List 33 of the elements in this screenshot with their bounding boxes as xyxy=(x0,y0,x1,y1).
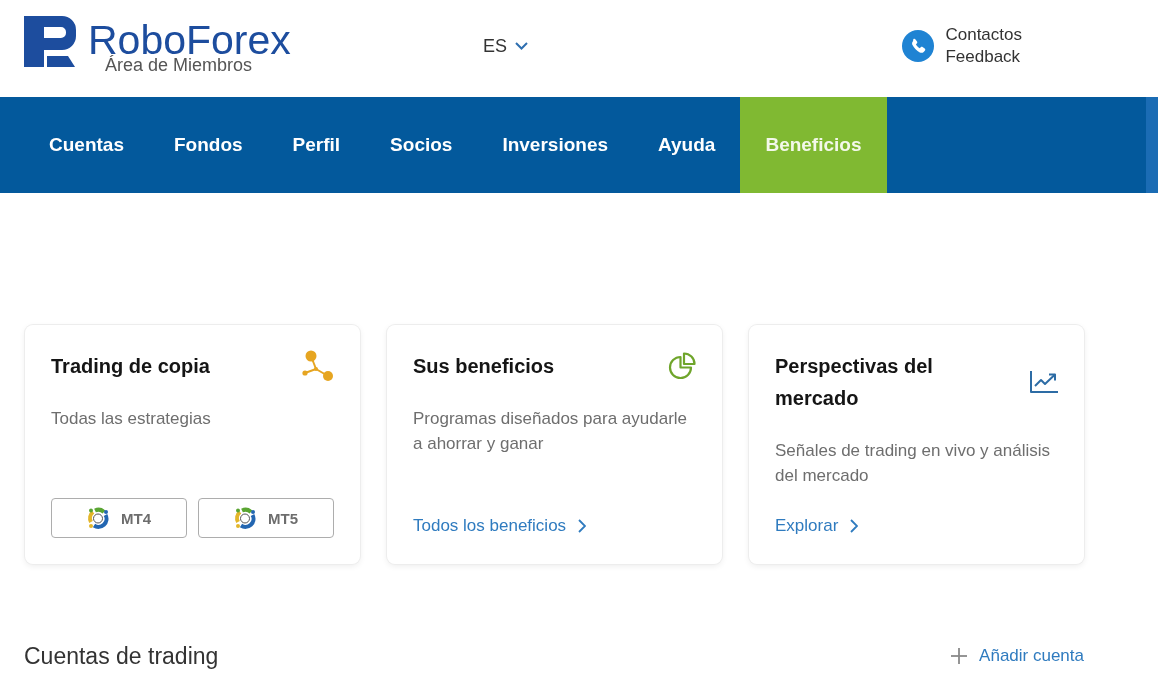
contact-link[interactable]: Contactos xyxy=(945,24,1022,46)
platform-button[interactable]: MT4 xyxy=(51,498,187,538)
card-title: Sus beneficios xyxy=(413,354,555,379)
card-description: Programas diseñados para ayudarle a ahorrar y ganar xyxy=(413,408,689,455)
plus-icon xyxy=(951,648,968,664)
card-description: Señales de trading en vivo y análisis del mercado xyxy=(775,440,1051,487)
logo-icon xyxy=(24,16,76,67)
network-icon xyxy=(302,350,334,382)
language-dropdown[interactable]: ES xyxy=(483,36,528,56)
add-account-button[interactable]: Añadir cuenta xyxy=(951,645,1084,667)
ring-logo-icon xyxy=(234,507,256,529)
chevron-down-icon xyxy=(515,42,528,50)
card-title: Perspectivas del mercado xyxy=(775,354,934,411)
contact-link[interactable]: Feedback xyxy=(945,46,1021,68)
nav-tab[interactable]: Socios xyxy=(365,97,478,193)
card-title: Trading de copia xyxy=(51,354,210,379)
section-title: Cuentas de trading xyxy=(24,642,219,671)
logo-subtitle: Área de Miembros xyxy=(105,55,254,75)
pie-chart-icon xyxy=(668,352,696,380)
nav-tab[interactable]: Perfil xyxy=(267,97,366,193)
platform-button[interactable]: MT5 xyxy=(198,498,334,538)
nav-tab[interactable]: Fondos xyxy=(148,97,268,193)
card-link[interactable]: Explorar xyxy=(775,514,859,538)
card-link[interactable]: Todos los beneficios xyxy=(413,514,587,538)
nav-tab[interactable]: Ayuda xyxy=(633,97,741,193)
chevron-right-icon xyxy=(578,519,587,533)
phone-icon xyxy=(902,30,935,62)
line-chart-icon xyxy=(1030,371,1058,393)
chevron-right-icon xyxy=(850,519,859,533)
card-description: Todas las estrategias xyxy=(51,408,212,430)
nav-tab[interactable]: Cuentas xyxy=(24,97,149,193)
ring-logo-icon xyxy=(87,507,109,529)
nav-tab[interactable]: Inversiones xyxy=(477,97,634,193)
